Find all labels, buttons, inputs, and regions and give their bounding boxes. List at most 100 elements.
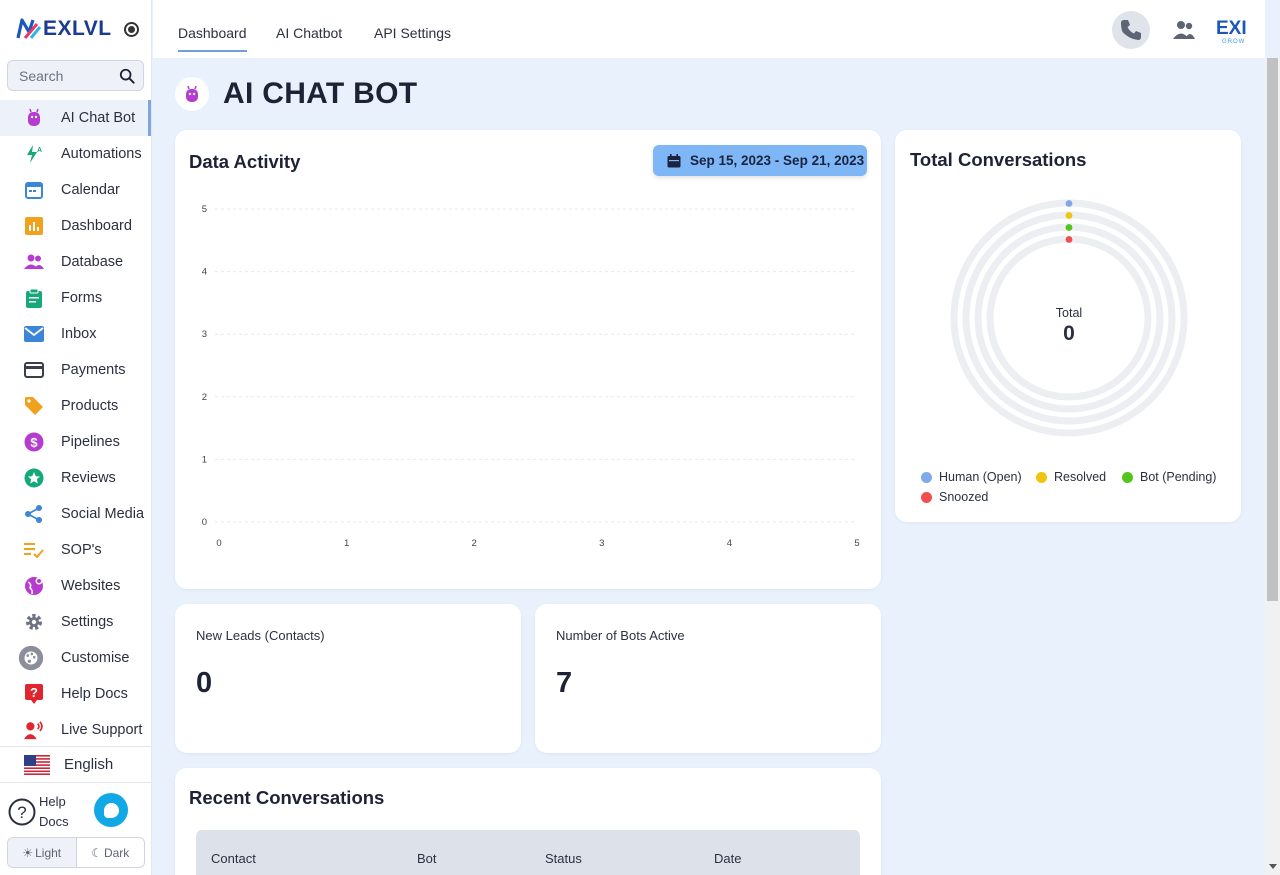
svg-text:A: A <box>37 147 42 154</box>
y-tick-label: 5 <box>202 204 207 215</box>
contacts-button[interactable] <box>1165 11 1203 49</box>
activity-line-chart: 0 1 2 3 4 5 0 1 2 3 4 5 <box>202 204 860 549</box>
tab-dashboard[interactable]: Dashboard <box>178 25 247 52</box>
sidebar-item-inbox[interactable]: Inbox <box>0 316 151 352</box>
sidebar-item-pipelines[interactable]: $ Pipelines <box>0 424 151 460</box>
sidebar: EXLVL AI Chat Bot A Automations Cale <box>0 0 152 875</box>
brand-name: EXLVL <box>43 17 112 40</box>
radial-series-marker[interactable] <box>1065 212 1073 219</box>
sidebar-item-label: Database <box>61 254 124 270</box>
total-value: 0 <box>1063 322 1075 345</box>
theme-dark-button[interactable]: ☾ Dark <box>77 838 145 867</box>
robot-icon <box>175 77 209 111</box>
legend-item[interactable]: Snoozed <box>921 490 988 504</box>
x-tick-label: 3 <box>599 538 604 549</box>
sidebar-item-label: Inbox <box>61 326 97 342</box>
legend-dot-human-open <box>921 471 932 483</box>
new-leads-card: New Leads (Contacts) 0 <box>175 604 521 753</box>
dollar-circle-icon: $ <box>24 432 44 452</box>
lightning-icon: A <box>24 144 44 164</box>
star-circle-icon <box>24 468 44 488</box>
bar-chart-icon <box>24 216 44 236</box>
y-tick-label: 4 <box>202 267 207 278</box>
sidebar-item-products[interactable]: Products <box>0 388 151 424</box>
sidebar-item-calendar[interactable]: Calendar <box>0 172 151 208</box>
svg-text:?: ? <box>30 685 38 700</box>
tab-api-settings[interactable]: API Settings <box>374 25 451 41</box>
people-icon <box>24 252 44 272</box>
us-flag-icon <box>24 754 50 775</box>
legend-dot-resolved <box>1036 471 1047 483</box>
sidebar-item-label: Payments <box>61 362 126 378</box>
brand-logo[interactable]: EXLVL <box>16 17 112 41</box>
language-selector[interactable]: English <box>0 746 152 783</box>
phone-button[interactable] <box>1112 11 1150 49</box>
legend-dot-bot-pending <box>1122 471 1133 483</box>
sidebar-item-sops[interactable]: SOP's <box>0 532 151 568</box>
sidebar-item-live-support[interactable]: Live Support <box>0 712 151 748</box>
sidebar-item-ai-chat-bot[interactable]: AI Chat Bot <box>0 100 151 136</box>
sidebar-item-help-docs[interactable]: ? Help Docs <box>0 676 151 712</box>
x-tick-label: 5 <box>854 538 859 549</box>
sidebar-item-social-media[interactable]: Social Media <box>0 496 151 532</box>
sidebar-item-label: Customise <box>61 650 130 666</box>
sidebar-item-label: Dashboard <box>61 218 132 234</box>
search-icon[interactable] <box>119 67 135 85</box>
sidebar-item-database[interactable]: Database <box>0 244 151 280</box>
sidebar-item-settings[interactable]: Settings <box>0 604 151 640</box>
legend-label: Resolved <box>1054 470 1107 484</box>
legend-item[interactable]: Resolved <box>1036 470 1106 484</box>
page-header: AI CHAT BOT <box>175 77 417 111</box>
svg-text:$: $ <box>30 435 38 450</box>
table-header: Contact Bot Status Date <box>196 830 860 875</box>
question-circle-icon: ? <box>8 798 36 826</box>
sidebar-item-label: AI Chat Bot <box>61 110 136 126</box>
legend-dot-snoozed <box>921 491 932 503</box>
sidebar-item-websites[interactable]: Websites <box>0 568 151 604</box>
bots-active-label: Number of Bots Active <box>556 628 685 643</box>
account-brand-sub: GROW <box>1222 39 1246 45</box>
help-docs-link[interactable]: ? Help Docs <box>8 792 79 832</box>
scroll-down-arrow-icon[interactable] <box>1269 864 1277 869</box>
legend-label: Bot (Pending) <box>1140 470 1217 484</box>
column-header-bot[interactable]: Bot <box>417 851 437 866</box>
sidebar-item-payments[interactable]: Payments <box>0 352 151 388</box>
brand-mark-icon <box>16 18 42 39</box>
sidebar-item-customise[interactable]: Customise <box>0 640 151 676</box>
sidebar-item-label: Social Media <box>61 506 145 522</box>
x-tick-label: 0 <box>216 538 221 549</box>
radial-series-marker[interactable] <box>1065 200 1073 207</box>
column-header-date[interactable]: Date <box>714 851 741 866</box>
conversations-radial-chart: Total 0 <box>950 199 1188 437</box>
collapse-toggle-icon[interactable] <box>123 21 139 37</box>
legend-item[interactable]: Bot (Pending) <box>1122 470 1216 484</box>
column-header-contact[interactable]: Contact <box>211 851 256 866</box>
radial-series-marker[interactable] <box>1065 236 1073 243</box>
sidebar-item-forms[interactable]: Forms <box>0 280 151 316</box>
sidebar-item-dashboard[interactable]: Dashboard <box>0 208 151 244</box>
sidebar-item-label: Settings <box>61 614 114 630</box>
top-bar: Dashboard AI Chatbot API Settings EXI GR… <box>153 0 1265 58</box>
clipboard-icon <box>24 288 44 308</box>
sidebar-item-automations[interactable]: A Automations <box>0 136 151 172</box>
theme-dark-label: Dark <box>103 845 130 860</box>
account-avatar[interactable]: EXI GROW <box>1216 18 1247 45</box>
sidebar-item-label: Automations <box>61 146 142 162</box>
scrollbar-thumb[interactable] <box>1267 58 1278 601</box>
sidebar-item-label: Products <box>61 398 119 414</box>
chat-launcher-button[interactable] <box>94 793 128 827</box>
search-box <box>7 60 144 91</box>
users-icon <box>1173 21 1195 39</box>
column-header-status[interactable]: Status <box>545 851 582 866</box>
tab-ai-chatbot[interactable]: AI Chatbot <box>276 25 342 41</box>
sidebar-item-reviews[interactable]: Reviews <box>0 460 151 496</box>
page-scrollbar[interactable] <box>1265 58 1280 875</box>
legend-item[interactable]: Human (Open) <box>921 470 1022 484</box>
radial-series-marker[interactable] <box>1065 224 1073 231</box>
tag-icon <box>24 396 44 416</box>
search-input[interactable] <box>19 67 119 84</box>
theme-light-button[interactable]: ☀ Light <box>8 838 77 867</box>
credit-card-icon <box>24 360 44 380</box>
y-tick-label: 3 <box>202 329 207 340</box>
support-agent-icon <box>24 720 44 740</box>
